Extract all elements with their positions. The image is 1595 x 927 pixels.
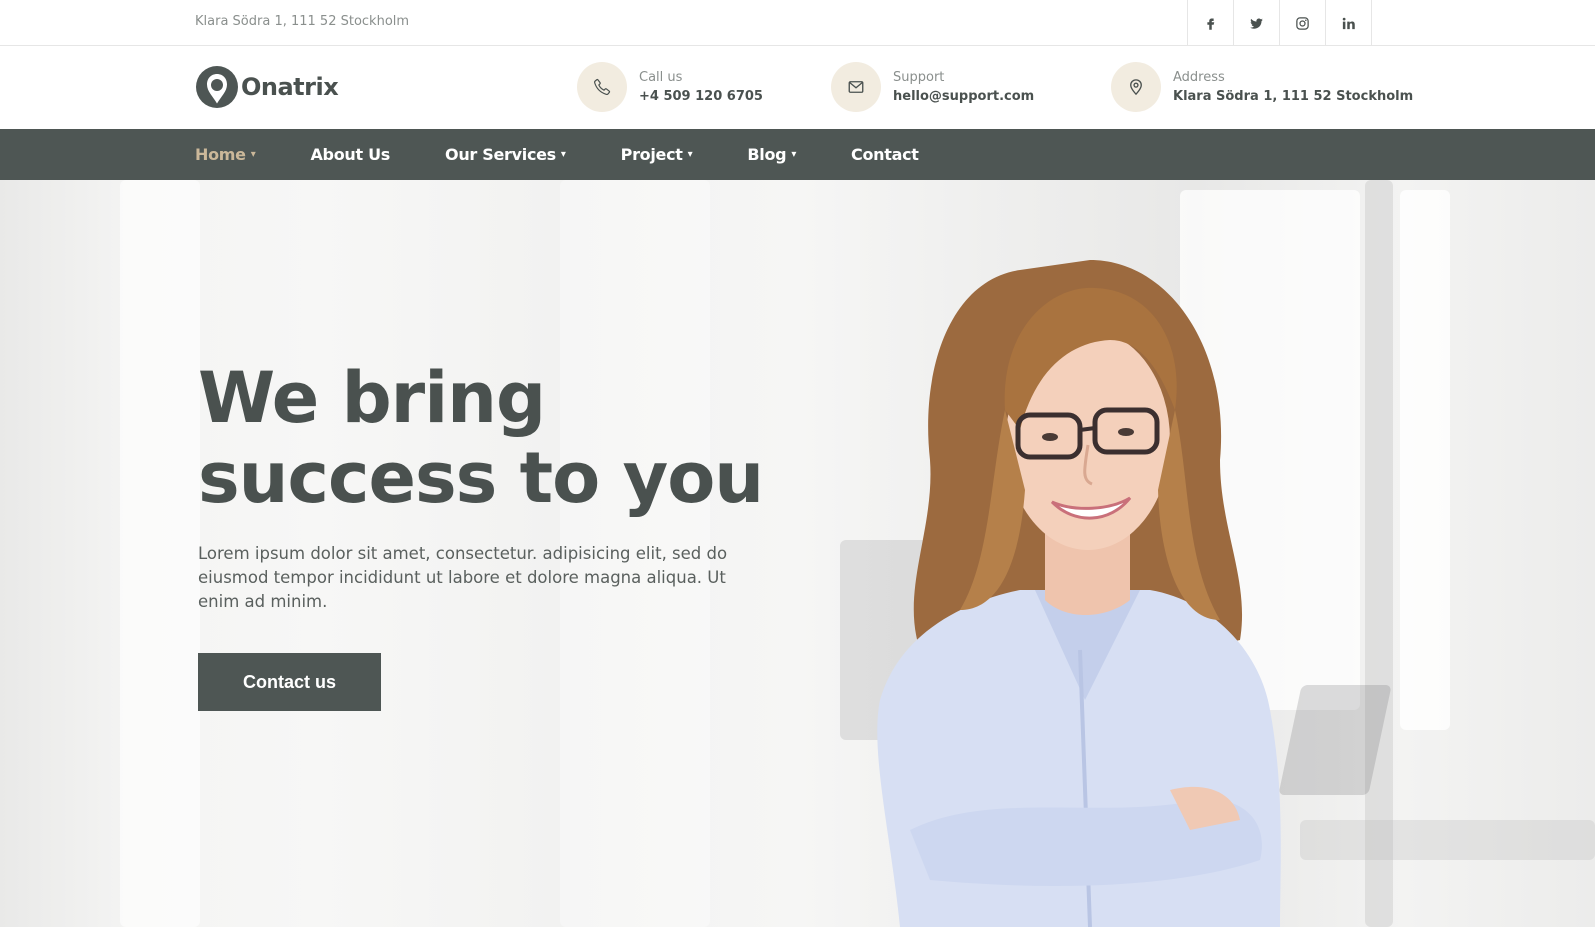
top-bar: Klara Södra 1, 111 52 Stockholm <box>0 0 1595 46</box>
twitter-icon <box>1250 17 1263 29</box>
nav-item-home[interactable]: Home ▾ <box>195 145 256 164</box>
hero-section: We bring success to you Lorem ipsum dolo… <box>0 180 1595 927</box>
nav-item-about-us[interactable]: About Us <box>310 145 390 164</box>
social-links <box>1187 0 1372 46</box>
linkedin-icon <box>1342 17 1355 29</box>
linkedin-link[interactable] <box>1326 0 1372 46</box>
contact-address-text: Address Klara Södra 1, 111 52 Stockholm <box>1173 69 1413 106</box>
contact-support-value: hello@support.com <box>893 88 1035 104</box>
instagram-icon <box>1296 16 1309 30</box>
mail-icon <box>848 81 864 93</box>
nav-item-about-us-label: About Us <box>310 145 391 164</box>
contact-address-value: Klara Södra 1, 111 52 Stockholm <box>1173 88 1414 104</box>
background-blur <box>120 180 200 927</box>
background-column <box>1365 180 1393 927</box>
contact-support-label: Support <box>893 69 945 85</box>
hero-title-line-1: We bring <box>198 357 546 439</box>
chevron-down-icon: ▾ <box>687 149 693 160</box>
contact-address[interactable]: Address Klara Södra 1, 111 52 Stockholm <box>1111 62 1413 112</box>
facebook-link[interactable] <box>1188 0 1234 46</box>
nav-item-home-label: Home <box>195 145 246 164</box>
contact-call-value: +4 509 120 6705 <box>639 88 763 104</box>
chevron-down-icon: ▾ <box>560 149 566 160</box>
chevron-down-icon: ▾ <box>791 149 797 160</box>
location-pin-icon-circle <box>1111 62 1161 112</box>
instagram-link[interactable] <box>1280 0 1326 46</box>
nav-item-contact-label: Contact <box>851 145 919 164</box>
contact-support[interactable]: Support hello@support.com <box>831 62 1034 112</box>
facebook-icon <box>1207 18 1215 30</box>
logo-text: Onatrix <box>241 73 339 101</box>
top-bar-address: Klara Södra 1, 111 52 Stockholm <box>195 14 410 29</box>
contact-us-button[interactable]: Contact us <box>198 653 381 711</box>
nav-item-contact[interactable]: Contact <box>851 145 919 164</box>
contact-address-label: Address <box>1173 69 1225 85</box>
nav-item-project-label: Project <box>620 145 683 164</box>
contact-support-text: Support hello@support.com <box>893 69 1034 106</box>
hero-description: Lorem ipsum dolor sit amet, consectetur.… <box>198 544 728 611</box>
nav-item-project[interactable]: Project ▾ <box>621 145 693 164</box>
location-pin-icon <box>1130 79 1142 96</box>
twitter-link[interactable] <box>1234 0 1280 46</box>
phone-icon <box>594 78 611 96</box>
hero-title: We bring success to you <box>198 357 764 519</box>
logo[interactable]: Onatrix <box>195 65 339 109</box>
phone-icon-circle <box>577 62 627 112</box>
contact-call-text: Call us +4 509 120 6705 <box>639 69 763 106</box>
contact-call-label: Call us <box>639 69 683 85</box>
main-nav: Home ▾ About Us Our Services ▾ Project ▾… <box>0 129 1595 180</box>
chevron-down-icon: ▾ <box>250 149 256 160</box>
mail-icon-circle <box>831 62 881 112</box>
nav-item-blog-label: Blog <box>747 145 787 164</box>
hero-person-image <box>877 260 1281 927</box>
nav-item-our-services-label: Our Services <box>445 145 556 164</box>
nav-item-blog[interactable]: Blog ▾ <box>747 145 796 164</box>
nav-item-our-services[interactable]: Our Services ▾ <box>445 145 566 164</box>
background-desk <box>1300 820 1595 860</box>
logo-mark-icon <box>196 66 238 108</box>
contact-call[interactable]: Call us +4 509 120 6705 <box>577 62 763 112</box>
site-header: Onatrix Call us +4 509 120 6705 Support … <box>0 46 1595 129</box>
hero-title-line-2: success to you <box>198 437 764 519</box>
background-window <box>1400 190 1450 730</box>
